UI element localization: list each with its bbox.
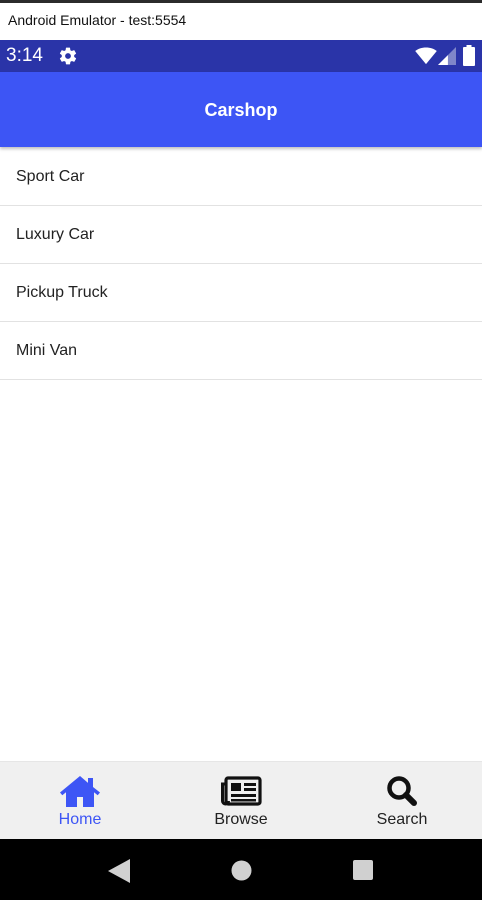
status-time: 3:14 [6, 45, 43, 66]
tab-home-label: Home [58, 811, 102, 828]
home-circle-icon[interactable] [231, 860, 252, 881]
battery-icon [463, 45, 475, 66]
app-bar: Carshop [0, 72, 482, 147]
window-title: Android Emulator - test:5554 [8, 12, 187, 28]
tab-browse-label: Browse [214, 811, 268, 828]
gear-icon [59, 47, 77, 65]
list-item-luxury-car[interactable]: Luxury Car [0, 206, 482, 264]
system-nav-bar [0, 839, 482, 900]
back-icon[interactable] [108, 859, 130, 883]
list-item-sport-car[interactable]: Sport Car [0, 148, 482, 206]
status-bar: 3:14 [0, 40, 482, 72]
search-icon [387, 776, 417, 806]
tab-search-label: Search [376, 811, 428, 828]
tab-search[interactable]: Search [322, 762, 482, 840]
app-title: Carshop [204, 100, 278, 120]
home-icon [60, 776, 100, 807]
recent-apps-icon[interactable] [352, 859, 374, 881]
newspaper-icon [221, 776, 262, 806]
bottom-strip [0, 900, 482, 906]
list-item-mini-van[interactable]: Mini Van [0, 322, 482, 380]
emulator-window-bar: Android Emulator - test:5554 [0, 0, 482, 40]
tab-browse[interactable]: Browse [161, 762, 321, 840]
bottom-tab-bar: Home Browse Search [0, 761, 482, 839]
tab-home[interactable]: Home [0, 762, 160, 840]
category-list: Sport Car Luxury Car Pickup Truck Mini V… [0, 148, 482, 380]
list-item-pickup-truck[interactable]: Pickup Truck [0, 264, 482, 322]
signal-icon [438, 47, 456, 65]
wifi-icon [415, 47, 437, 65]
